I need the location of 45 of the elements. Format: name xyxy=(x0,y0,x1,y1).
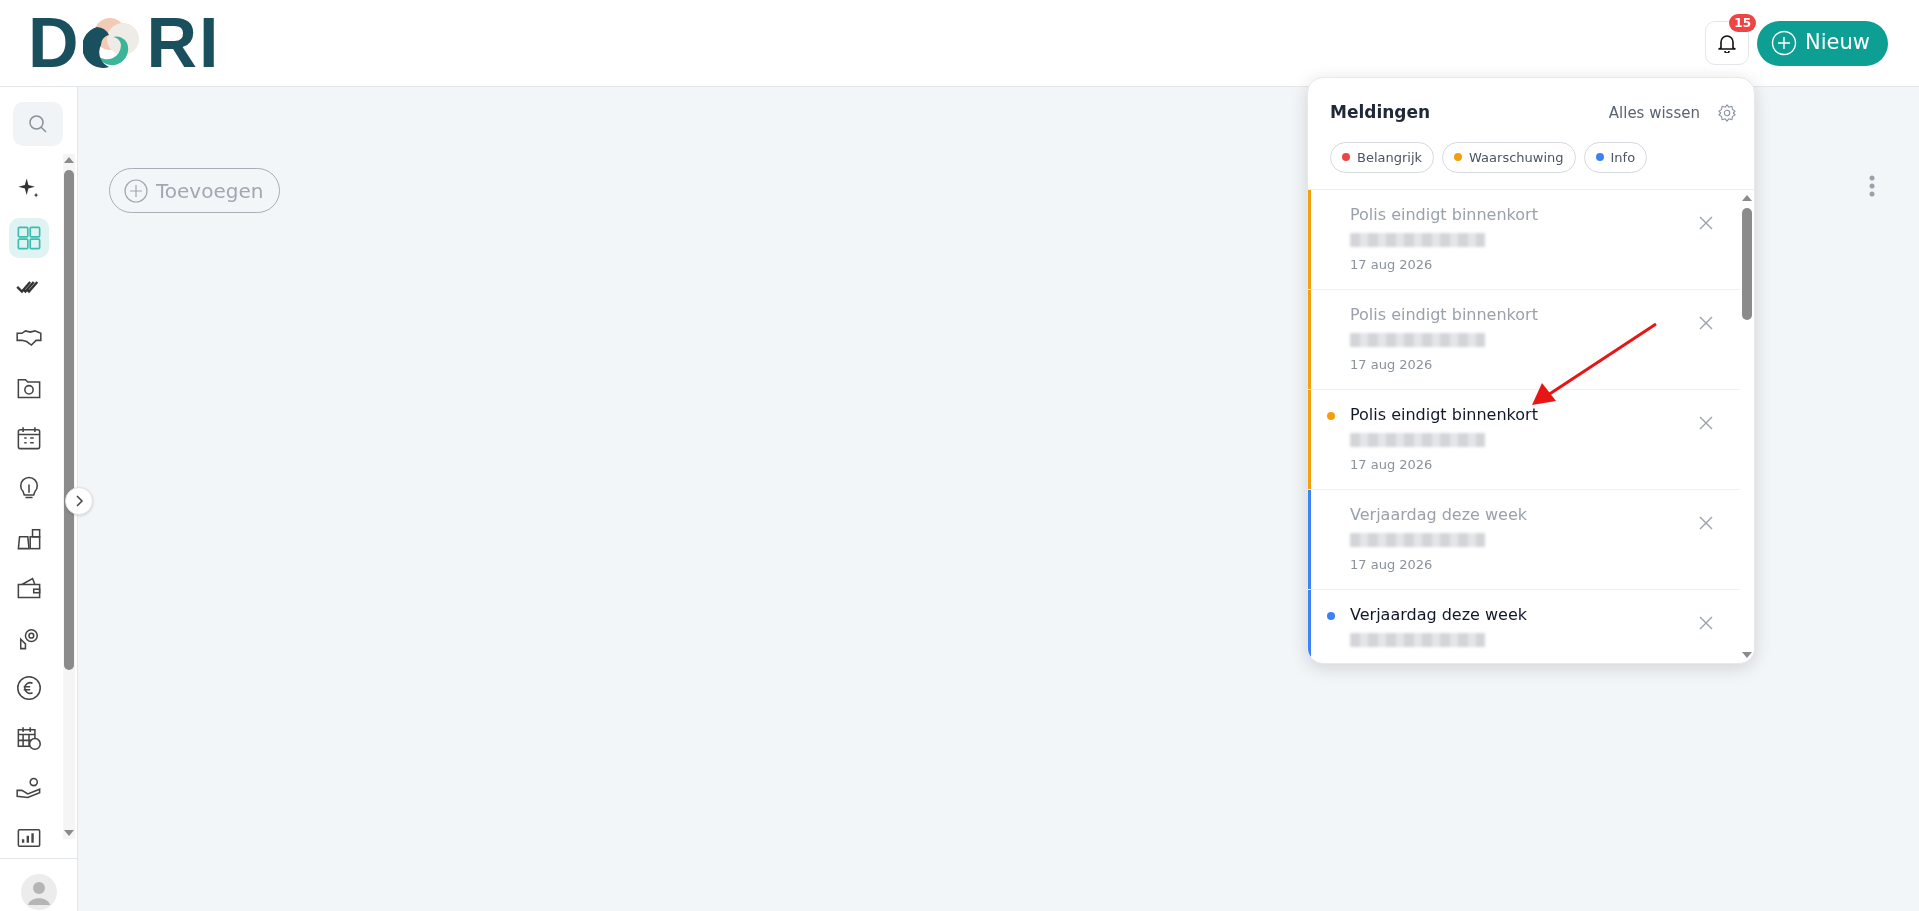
scroll-thumb[interactable] xyxy=(64,170,74,670)
logo-text: RI xyxy=(146,15,221,71)
notification-item[interactable]: Polis eindigt binnenkort 17 aug 2026 xyxy=(1308,190,1740,290)
bell-icon xyxy=(1718,33,1737,53)
more-icon[interactable] xyxy=(1869,175,1875,197)
calendar-icon xyxy=(16,425,42,451)
notification-date: 17 aug 2026 xyxy=(1350,456,1434,474)
scroll-up-icon[interactable] xyxy=(63,156,75,164)
filter-chip[interactable]: Waarschuwing xyxy=(1442,141,1576,173)
settings-icon[interactable] xyxy=(1718,103,1736,122)
grid-icon xyxy=(16,225,42,251)
clear-all-link[interactable]: Alles wissen xyxy=(1608,101,1700,124)
euro-circle-icon xyxy=(16,675,42,701)
notification-date: 17 aug 2026 xyxy=(1350,256,1434,274)
search-icon xyxy=(28,114,48,134)
search-button[interactable] xyxy=(13,102,63,146)
notification-title: Polis eindigt binnenkort xyxy=(1350,404,1539,426)
notification-item[interactable]: Verjaardag deze week 17 aug 2026 xyxy=(1308,490,1740,590)
scroll-up-icon[interactable] xyxy=(1741,194,1753,202)
scroll-down-icon[interactable] xyxy=(1741,651,1753,659)
scrollbar[interactable] xyxy=(1740,190,1754,663)
notification-title: Polis eindigt binnenkort xyxy=(1350,304,1539,326)
avatar-icon[interactable] xyxy=(20,873,57,910)
notification-date: 17 aug 2026 xyxy=(1350,356,1434,374)
new-button[interactable]: Nieuw xyxy=(1757,20,1888,66)
hand-coin-icon xyxy=(16,775,42,801)
notification-item[interactable]: Verjaardag deze week xyxy=(1308,590,1740,663)
notification-item[interactable]: Polis eindigt binnenkort 17 aug 2026 xyxy=(1308,290,1740,390)
plus-circle-icon xyxy=(1771,30,1798,56)
wallet-icon xyxy=(16,575,42,601)
notification-count-badge: 15 xyxy=(1729,14,1757,33)
chevron-right-icon xyxy=(74,494,84,508)
scroll-thumb[interactable] xyxy=(1742,208,1752,320)
filter-chip[interactable]: Info xyxy=(1583,141,1648,173)
panel-title: Meldingen xyxy=(1330,101,1431,124)
notification-title: Polis eindigt binnenkort xyxy=(1350,204,1539,226)
filter-chip[interactable]: Belangrijk xyxy=(1330,141,1435,173)
plus-circle-icon xyxy=(124,178,148,203)
notification-title: Verjaardag deze week xyxy=(1350,604,1529,626)
scrollbar[interactable] xyxy=(63,154,75,839)
scroll-down-icon[interactable] xyxy=(63,829,75,837)
calendar-clock-icon xyxy=(16,725,42,751)
notification-title: Verjaardag deze week xyxy=(1350,504,1529,526)
logo-text: D xyxy=(28,15,81,71)
notification-date: 17 aug 2026 xyxy=(1350,556,1434,574)
